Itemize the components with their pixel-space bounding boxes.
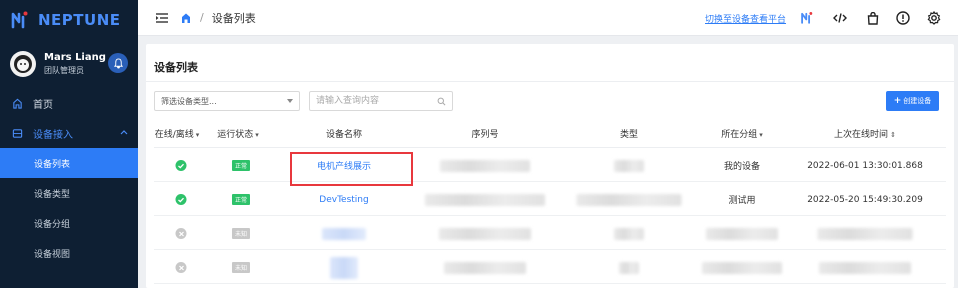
sidebar-item-home[interactable]: 首页 [0,88,138,118]
device-grid-icon [12,128,23,138]
caret-down-icon: ▾ [195,131,200,139]
device-type-filter[interactable]: 筛选设备类型... [154,91,300,111]
status-badge: 正常 [231,194,251,205]
annotation-highlight-box [290,152,413,186]
device-name-link[interactable]: DevTesting [319,183,368,216]
notification-bell-icon[interactable] [108,53,128,73]
user-profile[interactable]: Mars Liang 团队管理员 [0,40,138,88]
table-row[interactable]: 未知 [154,251,946,284]
home-icon [13,98,22,109]
plus-icon: + [893,96,902,106]
caret-down-icon: ▾ [255,131,259,139]
search-icon[interactable] [437,97,446,106]
alert-circle-icon[interactable] [895,10,911,26]
sidebar-item-label: 首页 [33,99,53,111]
offline-status-icon [175,228,187,239]
sidebar-item-device-list[interactable]: 设备列表 [0,148,138,178]
sidebar: NEPTUNE Mars Liang 团队管理员 首页 设备接入 设备列表 设备… [0,0,138,288]
breadcrumb-home-icon[interactable] [180,12,192,24]
sidebar-item-device-group[interactable]: 设备分组 [0,208,138,238]
column-device-name: 设备名称 [325,130,363,140]
user-name: Mars Liang [44,52,106,63]
type-redacted [576,193,682,206]
device-name-redacted[interactable] [322,227,366,240]
avatar-face-icon [14,55,32,73]
brand-name: NEPTUNE [38,11,121,29]
device-type-filter-value: 筛选设备类型... [161,97,217,106]
caret-down-icon: ▾ [759,131,763,139]
sidebar-item-device-view[interactable]: 设备视图 [0,238,138,268]
group-redacted [702,261,782,274]
group-cell: 测试用 [728,196,756,206]
column-serial: 序列号 [471,130,499,140]
serial-redacted [425,193,545,206]
neptune-logo-icon [11,11,28,29]
last-online-redacted [819,261,911,274]
table-row[interactable]: 正常 电机产线展示 我的设备 2022-06-01 13:30:01.868 [154,149,946,182]
column-group[interactable]: 所在分组 ▾ [721,122,763,148]
serial-redacted [444,261,526,274]
last-online-cell: 2022-05-20 15:49:30.209 [807,194,923,205]
group-cell: 我的设备 [723,162,761,172]
serial-redacted [440,159,530,172]
divider [146,81,954,82]
serial-redacted [439,227,531,240]
table-header: 在线/离线 ▾ 运行状态 ▾ 设备名称 序列号 类型 所在分组 ▾ 上次在线时间 ⇕ [154,122,946,148]
top-bar: / 设备列表 切换至设备查看平台 [138,0,958,36]
group-redacted [706,227,778,240]
sort-icon: ⇕ [890,131,896,139]
settings-gear-icon[interactable] [926,10,942,26]
neptune-logo-icon[interactable] [799,10,815,26]
page-title: 设备列表 [154,61,198,74]
create-device-label: 创建设备 [903,97,932,105]
online-status-icon [175,160,187,171]
last-online-redacted [817,227,913,240]
offline-status-icon [175,262,187,273]
breadcrumb-separator: / [200,11,204,24]
status-badge: 未知 [231,262,251,273]
status-badge: 正常 [231,160,251,171]
sidebar-item-label: 设备接入 [33,129,73,141]
type-redacted [619,261,639,274]
type-redacted [614,227,644,240]
avatar[interactable] [10,51,36,77]
last-online-cell: 2022-06-01 13:30:01.868 [807,160,923,171]
status-badge: 未知 [231,228,251,239]
code-icon[interactable] [832,10,848,26]
chevron-up-icon [120,130,128,135]
breadcrumb-current: 设备列表 [211,11,256,25]
column-run-status[interactable]: 运行状态 ▾ [217,122,259,148]
column-online[interactable]: 在线/离线 ▾ [155,122,200,148]
table-row[interactable]: 未知 [154,217,946,250]
device-name-redacted[interactable] [330,256,358,279]
device-list-card: 设备列表 筛选设备类型... + 创建设备 在线/离线▾ 运行状态▾ 设备名称 … [146,44,954,288]
sidebar-item-device-access[interactable]: 设备接入 [0,118,138,148]
create-device-button[interactable]: + 创建设备 [886,91,939,111]
chevron-down-icon [287,99,293,103]
user-role: 团队管理员 [44,66,84,75]
online-status-icon [175,194,187,205]
table-row[interactable]: 正常 DevTesting 测试用 2022-05-20 15:49:30.20… [154,183,946,216]
column-last-online[interactable]: 上次在线时间 ⇕ [834,122,896,148]
type-redacted [614,159,644,172]
sidebar-item-device-type[interactable]: 设备类型 [0,178,138,208]
brand[interactable]: NEPTUNE [0,0,138,40]
search-input[interactable] [309,91,453,111]
menu-toggle-icon[interactable] [156,12,168,23]
shopping-bag-icon[interactable] [865,10,881,26]
column-type: 类型 [619,130,639,140]
switch-platform-link[interactable]: 切换至设备查看平台 [705,12,786,25]
